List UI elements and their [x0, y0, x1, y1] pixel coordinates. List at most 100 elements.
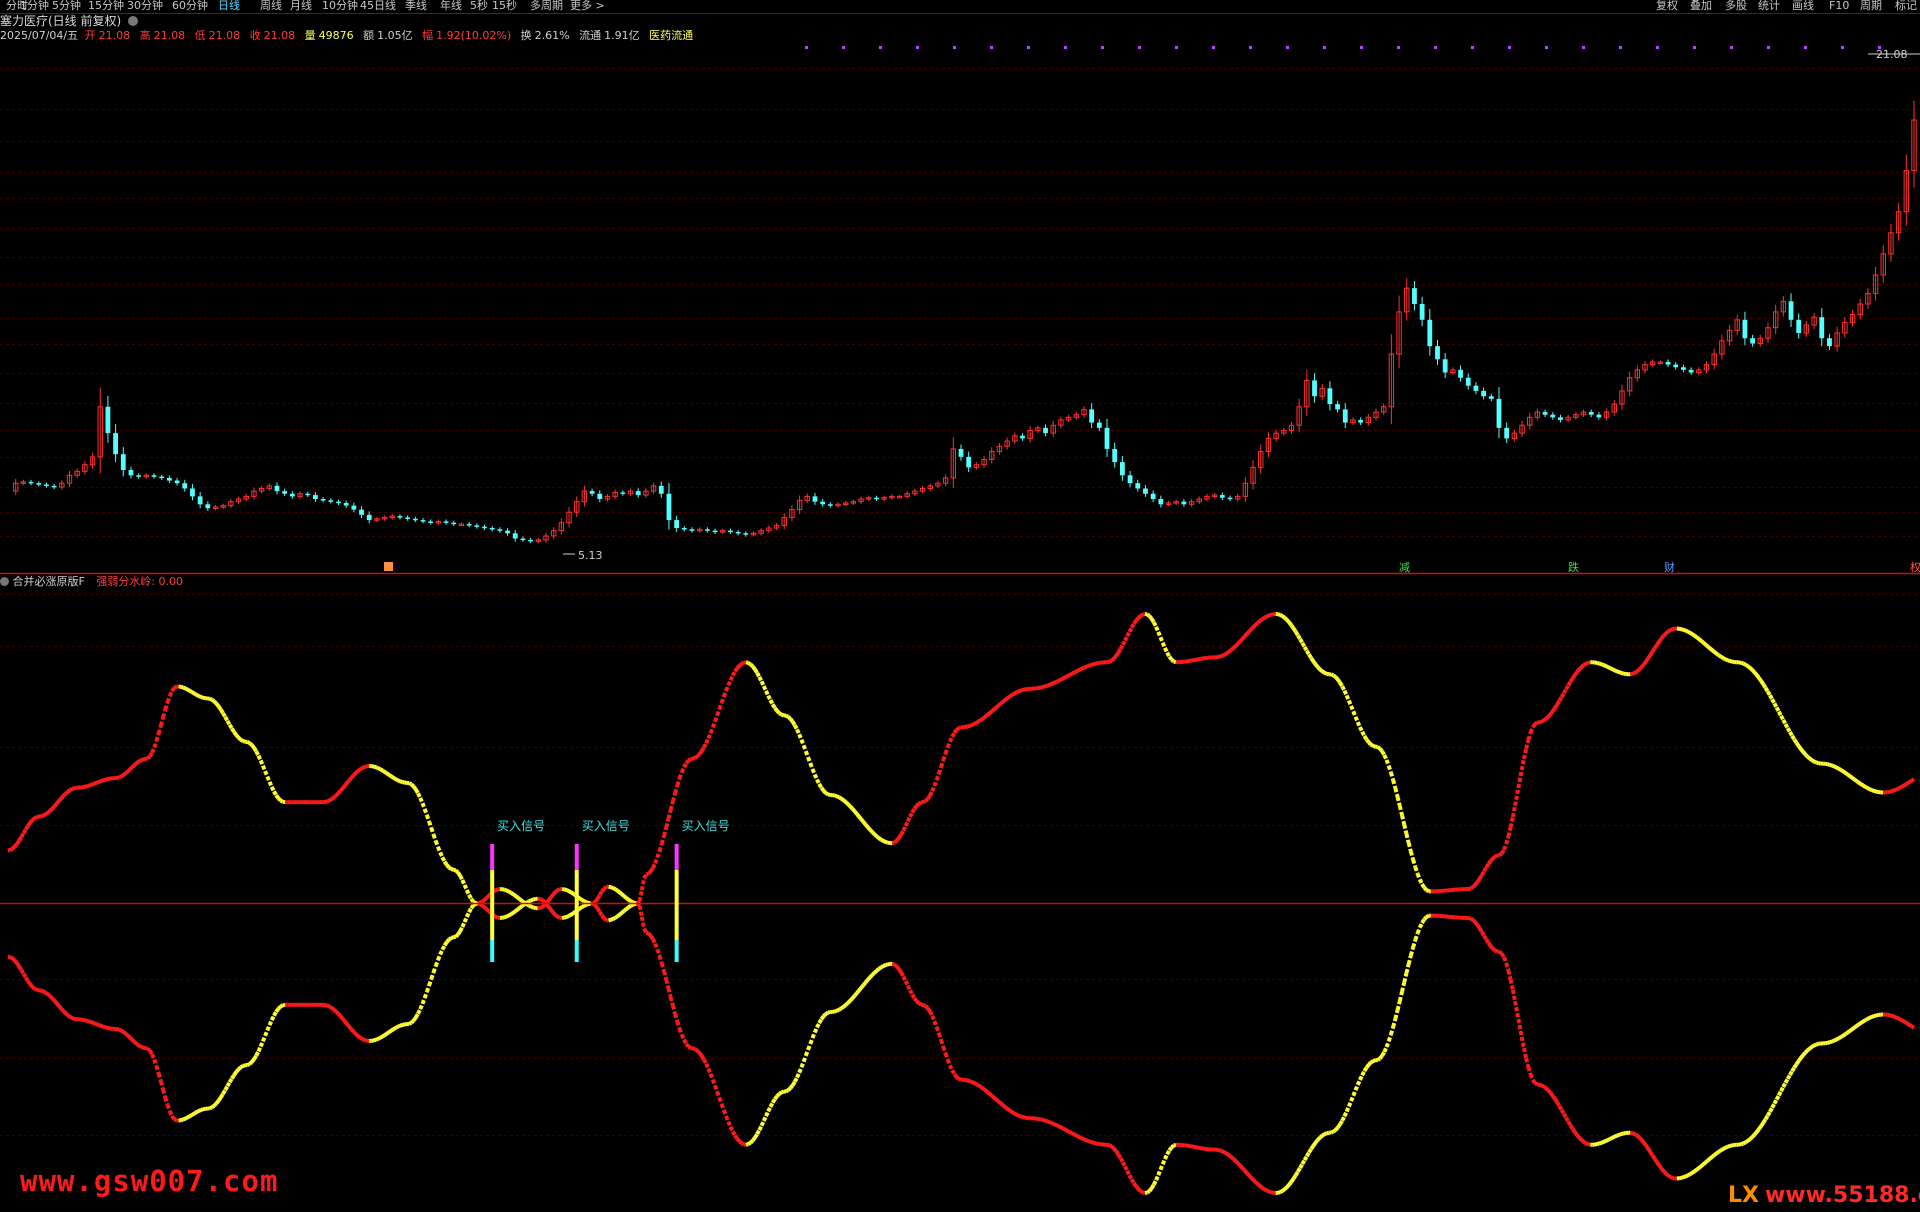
wave-upper-segment: [1163, 647, 1169, 654]
wave-upper-segment: [1230, 646, 1235, 652]
wave-lower-segment: [943, 1052, 950, 1061]
event-marker[interactable]: 权: [1910, 561, 1920, 574]
wave-lower-segment: [411, 1016, 418, 1022]
wave-upper-segment: [986, 711, 992, 717]
wave-lower-segment: [627, 904, 632, 909]
wave-lower-segment: [1017, 1113, 1022, 1119]
wave-lower-segment: [549, 908, 555, 914]
wave-lower-segment: [642, 927, 649, 934]
wave-lower-segment: [1468, 916, 1472, 921]
event-marker[interactable]: 减: [1399, 561, 1410, 574]
wave-lower-segment: [567, 913, 572, 918]
wave-lower-segment: [124, 1031, 130, 1037]
wave-upper-segment: [1298, 638, 1305, 644]
wave-lower-segment: [1167, 1146, 1174, 1152]
signal-bar-mid: [674, 870, 679, 940]
wave-lower-segment: [1283, 1185, 1289, 1191]
wave-upper-segment: [1833, 764, 1838, 770]
wave-upper-segment: [450, 867, 455, 872]
wave-upper-segment: [755, 671, 762, 678]
wave-lower-segment: [675, 1020, 682, 1030]
wave-upper-segment: [1088, 662, 1093, 668]
wave-lower-segment: [424, 984, 431, 993]
wave-lower-segment: [1285, 1183, 1291, 1189]
wave-upper-segment: [1765, 690, 1772, 697]
wave-upper-segment: [651, 862, 657, 869]
event-marker[interactable]: 财: [1664, 560, 1675, 574]
wave-upper-segment: [834, 793, 838, 799]
wave-upper-segment: [759, 680, 766, 687]
wave-lower-segment: [875, 967, 881, 973]
wave-upper-segment: [1165, 651, 1172, 658]
wave-lower-segment: [1513, 1000, 1520, 1014]
wave-lower-segment: [908, 989, 915, 996]
wave-lower-segment: [1070, 1131, 1075, 1137]
indicator-settings-icon[interactable]: [0, 577, 9, 586]
wave-lower-segment: [1871, 1014, 1875, 1019]
wave-upper-segment: [1722, 656, 1727, 662]
wave-lower-segment: [932, 1020, 939, 1028]
wave-upper-segment: [467, 893, 473, 900]
event-box-icon[interactable]: [384, 562, 393, 571]
wave-lower-segment: [1500, 952, 1506, 959]
indicator-name[interactable]: 合并必涨原版F: [13, 575, 85, 588]
wave-upper-segment: [1170, 658, 1176, 664]
chart-canvas[interactable]: 21.08 5.13 减跌财权 买入信号 买入信号 买入信号: [0, 0, 1920, 1212]
candle-body: [1150, 493, 1156, 500]
wave-upper-segment: [958, 725, 962, 730]
wave-lower-segment: [706, 1067, 713, 1075]
wave-lower-segment: [1046, 1119, 1051, 1125]
wave-lower-segment: [1309, 1144, 1316, 1151]
wave-lower-segment: [948, 1064, 954, 1072]
wave-upper-segment: [801, 744, 808, 752]
candle-body: [1119, 462, 1125, 476]
wave-lower-segment: [755, 1129, 762, 1136]
wave-lower-segment: [11, 956, 17, 962]
wave-upper-segment: [1897, 785, 1902, 791]
wave-lower-segment: [408, 1020, 413, 1026]
wave-lower-segment: [456, 930, 462, 936]
wave-upper-segment: [128, 765, 134, 771]
wave-lower-segment: [955, 1075, 961, 1081]
wave-lower-segment: [445, 938, 451, 944]
wave-upper-segment: [1740, 660, 1745, 666]
wave-upper-segment: [1475, 877, 1482, 884]
event-marker[interactable]: 跌: [1568, 560, 1579, 574]
wave-lower-segment: [221, 1089, 227, 1095]
wave-lower-segment: [1093, 1140, 1097, 1146]
candle-body: [728, 530, 733, 533]
wave-lower-segment: [481, 903, 486, 909]
wave-upper-segment: [1850, 776, 1856, 781]
wave-lower-segment: [42, 989, 47, 995]
wave-upper-segment: [817, 782, 824, 789]
wave-upper-segment: [1393, 787, 1400, 798]
wave-upper-segment: [525, 902, 530, 908]
wave-lower-segment: [1336, 1123, 1342, 1129]
wave-lower-segment: [1910, 1024, 1916, 1030]
wave-upper-segment: [840, 797, 845, 802]
candle-body: [966, 456, 972, 468]
wave-upper-segment: [1868, 787, 1873, 792]
wave-upper-segment: [764, 689, 770, 697]
wave-lower-segment: [912, 996, 919, 1003]
wave-lower-segment: [1713, 1151, 1718, 1157]
wave-upper-segment: [1404, 833, 1411, 844]
candle-body: [320, 499, 326, 501]
wave-upper-segment: [1644, 657, 1650, 663]
signal-bar-top: [574, 844, 579, 870]
wave-upper-segment: [422, 808, 429, 816]
wave-upper-segment: [1010, 691, 1016, 697]
wave-upper-segment: [728, 674, 735, 682]
wave-upper-segment: [354, 769, 360, 775]
wave-upper-segment: [1044, 683, 1049, 689]
wave-upper-segment: [1142, 612, 1146, 617]
wave-lower-segment: [1744, 1139, 1749, 1145]
wave-lower-segment: [897, 967, 903, 974]
wave-lower-segment: [1382, 1046, 1389, 1053]
wave-upper-segment: [655, 850, 662, 859]
wave-lower-segment: [1727, 1143, 1731, 1149]
wave-upper-segment: [664, 818, 671, 828]
wave-lower-segment: [945, 1058, 952, 1067]
wave-lower-segment: [598, 910, 604, 917]
wave-upper-segment: [1510, 805, 1518, 818]
